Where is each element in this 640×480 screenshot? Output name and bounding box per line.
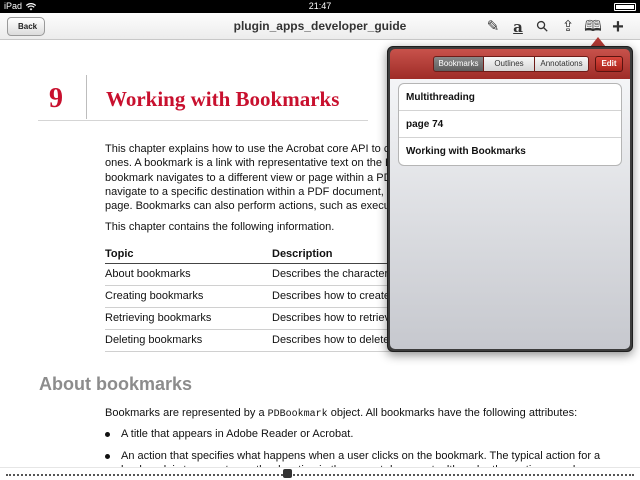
code-identifier: PDBookmark bbox=[267, 409, 328, 420]
contains-paragraph: This chapter contains the following info… bbox=[105, 221, 335, 233]
section-heading: About bookmarks bbox=[39, 374, 193, 394]
chapter-title: Working with Bookmarks bbox=[106, 87, 340, 111]
clock: 21:47 bbox=[308, 1, 332, 11]
status-bar: iPad 21:47 bbox=[0, 0, 640, 13]
attributes-intro-text: Bookmarks are represented by a bbox=[105, 407, 268, 419]
bookmarks-popover: Bookmarks Outlines Annotations Edit Mult… bbox=[387, 46, 633, 352]
document-title: plugin_apps_developer_guide bbox=[233, 19, 407, 33]
popover-header: Bookmarks Outlines Annotations Edit bbox=[390, 49, 630, 79]
page-scrubber[interactable] bbox=[0, 467, 640, 480]
top-toolbar: Back plugin_apps_developer_guide ✎ a ⚲ ⇪… bbox=[0, 13, 640, 40]
list-item-text: An action that specifies what happens wh… bbox=[121, 450, 601, 467]
scrubber-thumb[interactable] bbox=[283, 469, 292, 478]
table-cell-topic[interactable]: About bookmarks bbox=[105, 268, 191, 280]
pencil-icon[interactable]: ✎ bbox=[483, 17, 503, 37]
table-cell-topic[interactable]: Retrieving bookmarks bbox=[105, 312, 211, 324]
book-icon[interactable]: 🕮 bbox=[583, 17, 603, 37]
column-header-topic: Topic bbox=[105, 248, 134, 260]
chapter-divider bbox=[86, 75, 87, 119]
share-icon[interactable]: ⇪ bbox=[558, 17, 578, 37]
list-item-text: A title that appears in Adobe Reader or … bbox=[121, 428, 354, 440]
table-cell-description: Describes how to create a bbox=[272, 290, 400, 302]
tab-annotations[interactable]: Annotations bbox=[535, 56, 589, 72]
edit-button[interactable]: Edit bbox=[595, 56, 623, 72]
bookmark-item[interactable]: Working with Bookmarks bbox=[399, 138, 621, 165]
bullet-icon bbox=[105, 454, 110, 459]
table-cell-description: Describes the characteris bbox=[272, 268, 397, 280]
popover-body: Multithreading page 74 Working with Book… bbox=[390, 79, 630, 349]
table-cell-topic[interactable]: Creating bookmarks bbox=[105, 290, 203, 302]
bookmark-item[interactable]: page 74 bbox=[399, 111, 621, 138]
tab-bookmarks[interactable]: Bookmarks bbox=[433, 56, 484, 72]
battery-icon bbox=[614, 3, 636, 11]
attributes-intro: Bookmarks are represented by a PDBookmar… bbox=[105, 406, 577, 422]
attributes-intro-text-end: object. All bookmarks have the following… bbox=[327, 407, 578, 419]
back-button[interactable]: Back bbox=[7, 17, 46, 36]
bookmark-item[interactable]: Multithreading bbox=[399, 84, 621, 111]
table-cell-description: Describes how to delete bbox=[272, 334, 390, 346]
bookmark-list: Multithreading page 74 Working with Book… bbox=[398, 83, 622, 166]
text-a-icon[interactable]: a bbox=[508, 17, 528, 37]
plus-icon[interactable]: + bbox=[608, 17, 628, 37]
tab-outlines[interactable]: Outlines bbox=[484, 56, 535, 72]
table-cell-description: Describes how to retrieve bbox=[272, 312, 397, 324]
search-icon[interactable]: ⚲ bbox=[529, 13, 557, 41]
chapter-number: 9 bbox=[49, 83, 63, 114]
table-cell-topic[interactable]: Deleting bookmarks bbox=[105, 334, 202, 346]
column-header-description: Description bbox=[272, 248, 333, 260]
scrubber-track[interactable] bbox=[6, 474, 634, 476]
chapter-rule bbox=[38, 120, 368, 121]
bullet-icon bbox=[105, 432, 110, 437]
